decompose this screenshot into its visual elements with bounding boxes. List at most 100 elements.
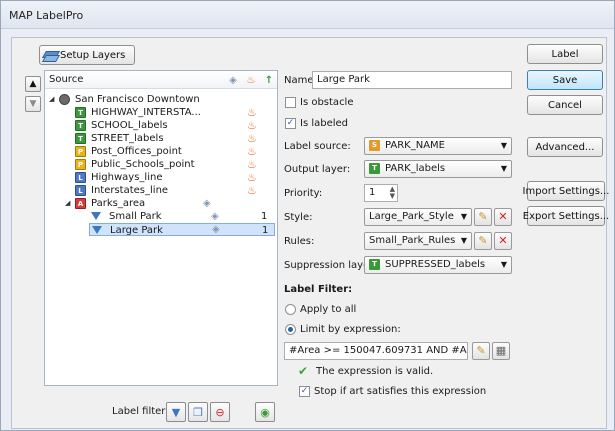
export-settings-button[interactable]: Export Settings... (523, 206, 609, 226)
layer-name: Highways_line (91, 172, 163, 183)
tree-layer[interactable]: P Public_Schools_point ♨ (75, 158, 265, 171)
line-layer-icon: L (75, 185, 86, 196)
label-source-label: Label source: (284, 141, 351, 152)
style-value: Large_Park_Style (369, 211, 454, 222)
fire-icon: ♨ (247, 106, 257, 119)
delete-style-button[interactable]: ✕ (494, 208, 512, 226)
suppression-layer-dropdown[interactable]: T SUPPRESSED_labels ▼ (364, 256, 512, 274)
app-window: MAP LabelPro Setup Layers ▲ ▼ Source ◈ ♨… (0, 0, 615, 431)
tag-icon: ◈ (212, 224, 220, 235)
chevron-down-icon: ▼ (500, 164, 507, 173)
layers-icon (44, 51, 56, 60)
expression-builder-button[interactable]: ▦ (492, 342, 510, 360)
layer-name: Post_Offices_point (91, 146, 182, 157)
tag-icon[interactable]: ◈ (227, 74, 239, 86)
tree-layer[interactable]: P Post_Offices_point ♨ (75, 145, 265, 158)
style-dropdown[interactable]: Large_Park_Style ▼ (364, 208, 472, 226)
name-input[interactable]: Large Park (312, 71, 512, 89)
layer-name: Interstates_line (91, 185, 169, 196)
apply-filter-button[interactable]: ◉ (255, 402, 275, 422)
label-button[interactable]: Label (527, 44, 603, 64)
move-up-button[interactable]: ▲ (25, 76, 41, 92)
edit-style-button[interactable]: ✎ (474, 208, 492, 226)
priority-label: Priority: (284, 188, 323, 199)
edit-expression-button[interactable]: ✎ (472, 342, 490, 360)
tree-layer[interactable]: L Interstates_line ♨ (75, 184, 265, 197)
tree-root[interactable]: ◢ San Francisco Downtown (49, 93, 269, 106)
calculator-icon: ▦ (495, 344, 507, 357)
chevron-down-icon: ▼ (460, 236, 467, 245)
save-button[interactable]: Save (527, 70, 603, 90)
edit-rules-button[interactable]: ✎ (474, 232, 492, 250)
layer-name: HIGHWAY_INTERSTA... (91, 107, 201, 118)
rules-value: Small_Park_Rules (369, 235, 456, 246)
tree-class-selected[interactable]: Large Park ◈ 1 (89, 223, 275, 236)
tag-icon: ◈ (203, 198, 211, 209)
pencil-icon: ✎ (478, 210, 488, 223)
priority-value: 1 (369, 187, 376, 198)
expression-input[interactable]: #Area >= 150047.609731 AND #Area < (284, 342, 468, 360)
collapse-icon[interactable]: ◢ (49, 93, 54, 106)
label-layer-icon: T (75, 133, 86, 144)
point-layer-icon: P (75, 146, 86, 157)
source-column-header: Source (49, 74, 84, 85)
priority-spinner[interactable]: 1 ▲ ▼ (364, 184, 398, 202)
tree-class[interactable]: Small Park ◈ 1 (91, 210, 275, 223)
filter-icon (92, 226, 102, 234)
label-filter-title: Label Filter: (284, 284, 353, 295)
filter-button[interactable]: ▼ (166, 402, 186, 422)
move-down-button[interactable]: ▼ (25, 96, 41, 112)
delete-rules-button[interactable]: ✕ (494, 232, 512, 250)
remove-icon: ⊖ (215, 405, 225, 419)
apply-icon: ◉ (260, 405, 270, 419)
rules-dropdown[interactable]: Small_Park_Rules ▼ (364, 232, 472, 250)
fire-icon: ♨ (247, 145, 257, 158)
label-layer-icon: T (75, 107, 86, 118)
style-label: Style: (284, 212, 313, 223)
cancel-button[interactable]: Cancel (527, 95, 603, 115)
apply-to-all-radio[interactable] (285, 304, 296, 315)
fire-icon: ♨ (247, 132, 257, 145)
chevron-down-icon: ▼ (500, 141, 507, 150)
labeled-checkbox[interactable]: ✓ (285, 118, 296, 129)
stop-if-satisfies-checkbox[interactable]: ✓ (299, 386, 310, 397)
arrow-up-icon[interactable]: ↑ (263, 74, 275, 86)
root-label: San Francisco Downtown (75, 94, 200, 105)
output-layer-label: Output layer: (284, 164, 351, 175)
advanced-button[interactable]: Advanced... (527, 137, 603, 157)
fire-icon: ♨ (247, 171, 257, 184)
chevron-down-icon: ▼ (500, 260, 507, 269)
setup-layers-button[interactable]: Setup Layers (39, 45, 135, 65)
import-settings-button[interactable]: Import Settings... (523, 181, 609, 201)
obstacle-label: Is obstacle (300, 97, 354, 108)
limit-by-expression-radio[interactable] (285, 324, 296, 335)
fire-icon: ♨ (247, 184, 257, 197)
copy-button[interactable]: ❐ (188, 402, 208, 422)
globe-icon (59, 94, 70, 105)
rules-label: Rules: (284, 236, 315, 247)
layer-name: STREET_labels (91, 133, 164, 144)
tree-layer[interactable]: T STREET_labels ♨ (75, 132, 265, 145)
remove-filter-button[interactable]: ⊖ (210, 402, 230, 422)
title-bar: MAP LabelPro (1, 1, 614, 29)
output-layer-value: PARK_labels (385, 163, 446, 174)
suppression-layer-label: Suppression layer: (284, 260, 377, 271)
point-layer-icon: P (75, 159, 86, 170)
pencil-icon: ✎ (476, 344, 486, 357)
triangle-down-icon: ▼ (29, 99, 37, 109)
tree-layer[interactable]: T SCHOOL_labels ♨ (75, 119, 265, 132)
stop-if-satisfies-label: Stop if art satisfies this expression (314, 386, 487, 397)
fire-icon[interactable]: ♨ (245, 74, 257, 86)
tree-layer[interactable]: T HIGHWAY_INTERSTA... ♨ (75, 106, 265, 119)
limit-by-expression-label: Limit by expression: (300, 324, 401, 335)
class-name: Small Park (109, 211, 162, 222)
tree-layer[interactable]: ◢ A Parks_area ◈ (65, 197, 267, 210)
tree-layer[interactable]: L Highways_line ♨ (75, 171, 265, 184)
layer-tree[interactable]: Source ◈ ♨ ↑ ◢ San Francisco Downtown T … (44, 70, 278, 386)
output-layer-dropdown[interactable]: T PARK_labels ▼ (364, 160, 512, 178)
label-source-dropdown[interactable]: S PARK_NAME ▼ (364, 137, 512, 155)
spinner-arrows-icon[interactable]: ▲ ▼ (390, 186, 395, 200)
obstacle-checkbox[interactable] (285, 97, 296, 108)
collapse-icon[interactable]: ◢ (65, 197, 70, 210)
tree-header: Source ◈ ♨ ↑ (45, 71, 277, 89)
